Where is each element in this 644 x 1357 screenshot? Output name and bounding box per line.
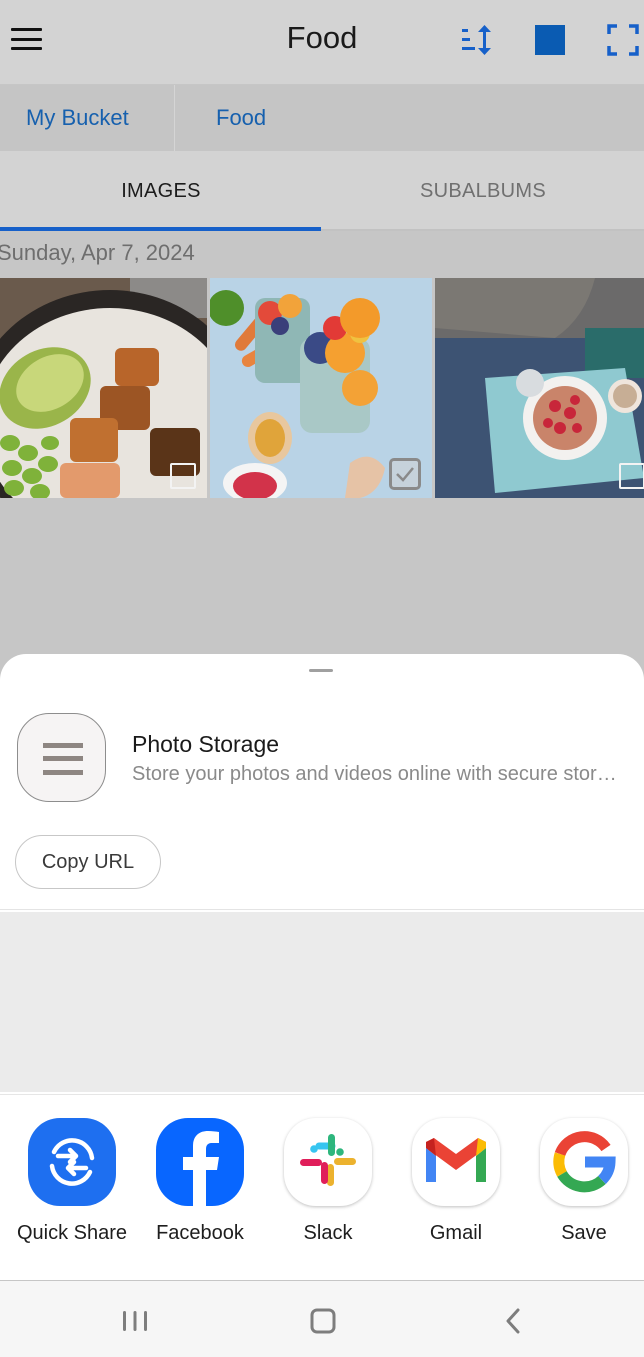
divider: [0, 1094, 644, 1095]
top-app-bar: Food: [0, 0, 644, 84]
fullscreen-icon[interactable]: [605, 22, 641, 58]
slack-icon: [284, 1118, 372, 1206]
back-chevron-icon: [506, 1308, 520, 1334]
share-target-save[interactable]: Save: [520, 1116, 644, 1245]
tab-images[interactable]: IMAGES: [0, 151, 322, 231]
system-navigation-bar: [0, 1281, 644, 1357]
target-app-description: Store your photos and videos online with…: [132, 763, 627, 785]
share-target-slack[interactable]: Slack: [264, 1116, 392, 1245]
share-preview-area: [0, 912, 644, 1092]
facebook-icon: [156, 1118, 244, 1206]
share-target-gmail[interactable]: Gmail: [392, 1116, 520, 1245]
recent-apps-icon: [123, 1311, 147, 1331]
target-app-icon[interactable]: [17, 713, 106, 802]
gmail-icon: [412, 1118, 500, 1206]
share-targets-row: Quick Share Facebook Slack Gmail Save: [0, 1116, 644, 1256]
recent-apps-button[interactable]: [110, 1301, 160, 1341]
share-target-label: Save: [561, 1222, 607, 1244]
sort-order-icon[interactable]: [460, 22, 496, 58]
google-icon: [540, 1118, 628, 1206]
select-checkbox[interactable]: [619, 463, 644, 489]
breadcrumb-my-bucket[interactable]: My Bucket: [26, 85, 129, 151]
breadcrumb: My Bucket Food: [0, 85, 644, 151]
tab-subalbums[interactable]: SUBALBUMS: [322, 151, 644, 231]
share-target-label: Facebook: [156, 1222, 244, 1244]
share-target-quick-share[interactable]: Quick Share: [8, 1116, 136, 1245]
share-sheet: Photo Storage Store your photos and vide…: [0, 654, 644, 1280]
breakfast-tray-photo: [435, 278, 644, 498]
breadcrumb-food[interactable]: Food: [216, 85, 266, 151]
active-tab-indicator: [0, 227, 321, 231]
image-thumbnail[interactable]: [0, 278, 207, 498]
select-checkbox[interactable]: [170, 463, 196, 489]
image-thumbnail[interactable]: [435, 278, 644, 498]
back-button[interactable]: [488, 1301, 538, 1341]
select-checkbox-checked[interactable]: [389, 458, 421, 490]
share-target-label: Gmail: [429, 1222, 483, 1244]
image-grid: [0, 278, 644, 498]
tab-bar: IMAGES SUBALBUMS: [0, 151, 644, 231]
divider: [0, 909, 644, 910]
image-thumbnail[interactable]: [210, 278, 432, 498]
breadcrumb-divider: [174, 85, 175, 151]
home-button[interactable]: [298, 1301, 348, 1341]
select-all-square-icon[interactable]: [533, 22, 569, 58]
share-target-label: Quick Share: [16, 1222, 128, 1244]
target-app-name[interactable]: Photo Storage: [132, 731, 279, 758]
share-target-facebook[interactable]: Facebook: [136, 1116, 264, 1245]
album-screen: Food My Bucket Food IMAGES SUBALBUMS Sun…: [0, 0, 644, 654]
checkmark-icon: [396, 467, 414, 482]
quick-share-icon: [28, 1118, 116, 1206]
date-header: Sunday, Apr 7, 2024: [0, 240, 195, 265]
home-icon: [310, 1308, 336, 1334]
copy-url-button[interactable]: Copy URL: [15, 835, 161, 889]
share-target-label: Slack: [303, 1222, 353, 1244]
drag-handle[interactable]: [309, 669, 333, 672]
